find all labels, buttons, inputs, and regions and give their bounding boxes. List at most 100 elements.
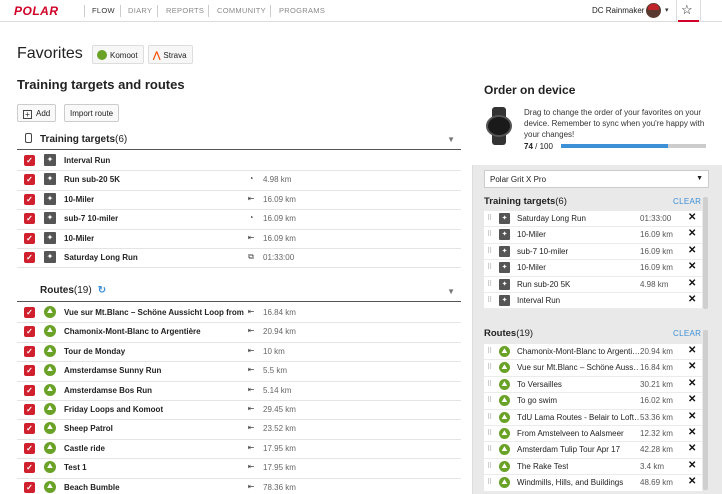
list-item[interactable]: ✓ ⛰ Sheep Patrol ⇤ 23.52 km — [17, 420, 461, 440]
checkbox[interactable]: ✓ — [24, 251, 35, 263]
komoot-link-button[interactable]: Komoot — [92, 45, 144, 64]
list-item[interactable]: ✓ ✦ 10-Miler ⇤ 16.09 km — [17, 230, 461, 249]
sortable-item[interactable]: ⠿ ✦ Interval Run ✕ — [484, 293, 702, 310]
remove-icon[interactable]: ✕ — [688, 245, 696, 256]
list-item[interactable]: ✓ ⛰ Amsterdamse Bos Run ⇤ 5.14 km — [17, 382, 461, 401]
nav-community[interactable]: COMMUNITY — [217, 6, 266, 15]
list-item[interactable]: ✓ ✦ Run sub-20 5K ◔ 4.98 km — [17, 171, 461, 191]
drag-handle-icon[interactable]: ⠿ — [487, 478, 492, 486]
remove-icon[interactable]: ✕ — [688, 411, 696, 422]
clear-targets-button[interactable]: CLEAR — [673, 197, 701, 206]
device-select[interactable]: Polar Grit X Pro ▼ — [484, 170, 709, 188]
drag-handle-icon[interactable]: ⠿ — [487, 396, 492, 404]
nav-diary[interactable]: DIARY — [128, 6, 152, 15]
checkbox[interactable]: ✓ — [24, 481, 35, 493]
refresh-icon[interactable]: ↻ — [98, 285, 106, 296]
list-item[interactable]: ✓ ⛰ Beach Bumble ⇤ 78.36 km — [17, 479, 461, 494]
list-item[interactable]: ✓ ✦ Saturday Long Run ⧉ 01:33:00 — [17, 249, 461, 269]
checkbox[interactable]: ✓ — [24, 462, 35, 474]
drag-handle-icon[interactable]: ⠿ — [487, 214, 492, 222]
scrollbar[interactable] — [703, 330, 708, 490]
nav-reports[interactable]: REPORTS — [166, 6, 204, 15]
drag-handle-icon[interactable]: ⠿ — [487, 280, 492, 288]
checkbox[interactable]: ✓ — [24, 384, 35, 396]
list-item[interactable]: ✓ ⛰ Test 1 ⇤ 17.95 km — [17, 459, 461, 479]
user-menu-caret-icon[interactable]: ▾ — [665, 6, 669, 14]
sortable-item[interactable]: ⠿ ✦ 10-Miler 16.09 km ✕ — [484, 227, 702, 244]
list-item[interactable]: ✓ ⛰ Chamonix-Mont-Blanc to Argentière ⇤ 20.9… — [17, 323, 461, 343]
remove-icon[interactable]: ✕ — [688, 345, 696, 356]
import-route-button[interactable]: Import route — [64, 104, 120, 122]
sortable-item[interactable]: ⠿ ⛰ From Amstelveen to Aalsmeer 12.32 km ✕ — [484, 426, 702, 443]
scrollbar[interactable] — [703, 197, 708, 309]
drag-handle-icon[interactable]: ⠿ — [487, 429, 492, 437]
sortable-item[interactable]: ⠿ ✦ 10-Miler 16.09 km ✕ — [484, 260, 702, 277]
sortable-item[interactable]: ⠿ ⛰ To go swim 16.02 km ✕ — [484, 393, 702, 410]
star-icon[interactable]: ☆ — [681, 2, 693, 18]
checkbox[interactable]: ✓ — [24, 326, 35, 338]
drag-handle-icon[interactable]: ⠿ — [487, 263, 492, 271]
add-button[interactable]: + Add — [17, 104, 57, 122]
sortable-item[interactable]: ⠿ ⛰ Windmills, Hills, and Buildings 48.69 k… — [484, 475, 702, 492]
checkbox[interactable]: ✓ — [24, 155, 35, 166]
sortable-item[interactable]: ⠿ ⛰ Vue sur Mt.Blanc – Schöne Auss… 16.84 k… — [484, 360, 702, 377]
list-item[interactable]: ✓ ⛰ Vue sur Mt.Blanc – Schöne Aussicht Loo… — [17, 304, 461, 324]
collapse-icon[interactable]: ▼ — [447, 287, 455, 296]
remove-icon[interactable]: ✕ — [688, 378, 696, 389]
sortable-item[interactable]: ⠿ ⛰ Amsterdam Tulip Tour Apr 17 42.28 km ✕ — [484, 442, 702, 459]
remove-icon[interactable]: ✕ — [688, 427, 696, 438]
drag-handle-icon[interactable]: ⠿ — [487, 247, 492, 255]
checkbox[interactable]: ✓ — [24, 403, 35, 415]
drag-handle-icon[interactable]: ⠿ — [487, 296, 492, 304]
sortable-item[interactable]: ⠿ ⛰ The Rake Test 3.4 km ✕ — [484, 459, 702, 476]
remove-icon[interactable]: ✕ — [688, 443, 696, 454]
drag-handle-icon[interactable]: ⠿ — [487, 363, 492, 371]
checkbox[interactable]: ✓ — [24, 213, 35, 225]
checkbox[interactable]: ✓ — [24, 307, 35, 318]
sortable-item[interactable]: ⠿ ✦ Run sub-20 5K 4.98 km ✕ — [484, 277, 702, 293]
nav-flow[interactable]: FLOW — [92, 6, 115, 15]
strava-link-button[interactable]: ⋀ Strava — [148, 45, 193, 64]
remove-icon[interactable]: ✕ — [688, 394, 696, 405]
checkbox[interactable]: ✓ — [24, 442, 35, 454]
training-targets-header[interactable]: Training targets(6) ▼ — [17, 132, 461, 150]
remove-icon[interactable]: ✕ — [688, 460, 696, 471]
collapse-icon[interactable]: ▼ — [447, 135, 455, 144]
list-item[interactable]: ✓ ⛰ Castle ride ⇤ 17.95 km — [17, 440, 461, 460]
sortable-item[interactable]: ⠿ ✦ Saturday Long Run 01:33:00 ✕ — [484, 211, 702, 228]
polar-logo[interactable]: POLAR — [14, 4, 59, 18]
checkbox[interactable]: ✓ — [24, 193, 35, 205]
checkbox[interactable]: ✓ — [24, 174, 35, 186]
drag-handle-icon[interactable]: ⠿ — [487, 462, 492, 470]
sortable-item[interactable]: ⠿ ⛰ TdU Lama Routes - Belair to Loft… 53.36… — [484, 410, 702, 426]
sortable-item[interactable]: ⠿ ⛰ To Versailles 30.21 km ✕ — [484, 377, 702, 394]
drag-handle-icon[interactable]: ⠿ — [487, 413, 492, 421]
drag-handle-icon[interactable]: ⠿ — [487, 380, 492, 388]
list-item[interactable]: ✓ ✦ Interval Run — [17, 152, 461, 172]
checkbox[interactable]: ✓ — [24, 232, 35, 244]
remove-icon[interactable]: ✕ — [688, 228, 696, 239]
clear-routes-button[interactable]: CLEAR — [673, 329, 701, 338]
nav-programs[interactable]: PROGRAMS — [279, 6, 325, 15]
avatar[interactable] — [646, 3, 661, 18]
checkbox[interactable]: ✓ — [24, 365, 35, 377]
checkbox[interactable]: ✓ — [24, 423, 35, 435]
sortable-item[interactable]: ⠿ ⛰ Chamonix-Mont-Blanc to Argenti… 20.94 k… — [484, 344, 702, 361]
list-item[interactable]: ✓ ⛰ Friday Loops and Komoot ⇤ 29.45 km — [17, 401, 461, 421]
list-item[interactable]: ✓ ⛰ Tour de Monday ⇤ 10 km — [17, 343, 461, 363]
remove-icon[interactable]: ✕ — [688, 278, 696, 289]
checkbox[interactable]: ✓ — [24, 345, 35, 357]
list-item[interactable]: ✓ ✦ 10-Miler ⇤ 16.09 km — [17, 191, 461, 211]
remove-icon[interactable]: ✕ — [688, 261, 696, 272]
remove-icon[interactable]: ✕ — [688, 476, 696, 487]
user-name[interactable]: DC Rainmaker — [592, 6, 644, 15]
list-item[interactable]: ✓ ✦ sub-7 10-miler ◔ 16.09 km — [17, 210, 461, 230]
drag-handle-icon[interactable]: ⠿ — [487, 230, 492, 238]
remove-icon[interactable]: ✕ — [688, 294, 696, 305]
list-item[interactable]: ✓ ⛰ Amsterdamse Sunny Run ⇤ 5.5 km — [17, 362, 461, 382]
remove-icon[interactable]: ✕ — [688, 361, 696, 372]
drag-handle-icon[interactable]: ⠿ — [487, 347, 492, 355]
sortable-item[interactable]: ⠿ ✦ sub-7 10-miler 16.09 km ✕ — [484, 244, 702, 261]
drag-handle-icon[interactable]: ⠿ — [487, 445, 492, 453]
routes-header[interactable]: Routes(19) ↻ ▼ — [17, 284, 461, 302]
